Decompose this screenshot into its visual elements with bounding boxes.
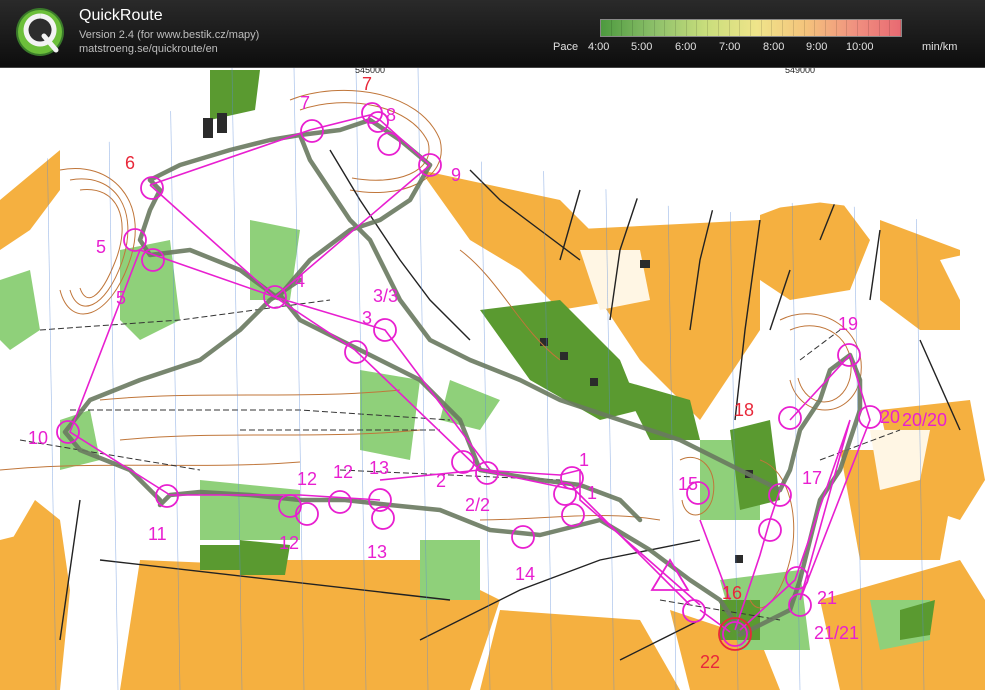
pace-scale-cell: [740, 20, 751, 36]
control-label: 6: [125, 153, 135, 173]
control-label: 14: [515, 564, 535, 584]
pace-unit: min/km: [922, 41, 958, 53]
control-label: 10: [28, 428, 48, 448]
pace-scale-cell: [837, 20, 848, 36]
control-label: 21/21: [814, 623, 859, 643]
control-label: 9: [451, 165, 461, 185]
pace-tick: 10:00: [846, 41, 874, 53]
orienteering-map[interactable]: 545000 549000 7 7 8 9 6 5 5 4 3/3 3 10 2…: [0, 68, 985, 690]
pace-color-scale: [600, 19, 902, 37]
pace-scale-cell: [783, 20, 794, 36]
pace-scale-cell: [880, 20, 891, 36]
grid-label: 549000: [785, 68, 815, 75]
pace-scale-cell: [665, 20, 676, 36]
control-label: 7: [362, 74, 372, 94]
pace-tick: 6:00: [675, 41, 697, 53]
quickroute-logo-icon: [16, 8, 64, 56]
control-label: 2: [436, 471, 446, 491]
control-label: 12: [279, 533, 299, 553]
app-header: QuickRoute Version 2.4 (for www.bestik.c…: [0, 0, 985, 68]
pace-legend-title: Pace: [553, 41, 579, 53]
pace-tick: 8:00: [763, 41, 785, 53]
pace-tick: 5:00: [631, 41, 653, 53]
app-url: matstroeng.se/quickroute/en: [79, 43, 218, 55]
control-label: 5: [116, 288, 126, 308]
pace-scale-cell: [687, 20, 698, 36]
app-version: Version 2.4 (for www.bestik.cz/mapy): [79, 29, 260, 41]
app-title: QuickRoute: [79, 7, 163, 24]
control-label: 21: [817, 588, 837, 608]
control-label: 15: [678, 474, 698, 494]
control-label: 11: [148, 524, 167, 544]
pace-scale-cell: [751, 20, 762, 36]
pace-scale-cell: [805, 20, 816, 36]
control-label: 20: [880, 407, 900, 427]
control-label: 22: [700, 652, 720, 672]
pace-tick: 4:00: [588, 41, 610, 53]
control-label: 12: [333, 462, 353, 482]
pace-scale-cell: [601, 20, 612, 36]
pace-scale-cell: [612, 20, 623, 36]
control-label: 3/3: [373, 286, 398, 306]
pace-scale-cell: [762, 20, 773, 36]
pace-tick: 9:00: [806, 41, 828, 53]
control-label: 20/20: [902, 410, 947, 430]
pace-scale-cell: [730, 20, 741, 36]
control-label: 4: [295, 271, 305, 291]
pace-tick: 7:00: [719, 41, 741, 53]
control-label: 17: [802, 468, 822, 488]
pace-scale-cell: [719, 20, 730, 36]
pace-scale-cell: [847, 20, 859, 36]
control-label: 8: [386, 105, 396, 125]
control-label: 13: [369, 458, 389, 478]
pace-scale-cell: [655, 20, 666, 36]
control-label: 12: [297, 469, 317, 489]
pace-scale-cell: [858, 20, 869, 36]
control-label: 16: [722, 583, 742, 603]
control-label: 2/2: [465, 495, 490, 515]
control-label: 3: [362, 308, 372, 328]
pace-scale-cell: [794, 20, 805, 36]
pace-scale-cell: [826, 20, 837, 36]
pace-scale-cell: [708, 20, 719, 36]
pace-scale-cell: [633, 20, 644, 36]
pace-scale-cell: [622, 20, 634, 36]
quickroute-window: QuickRoute Version 2.4 (for www.bestik.c…: [0, 0, 985, 690]
pace-scale-cell: [815, 20, 826, 36]
pace-scale-cell: [869, 20, 880, 36]
pace-scale-cell: [697, 20, 709, 36]
control-label: 18: [734, 400, 754, 420]
control-label: 13: [367, 542, 387, 562]
control-label: 7: [300, 93, 310, 113]
control-label: 5: [96, 237, 106, 257]
pace-scale-cell: [890, 20, 901, 36]
control-label: 1: [587, 483, 597, 503]
control-label: 1: [579, 450, 589, 470]
pace-scale-cell: [676, 20, 687, 36]
control-label: 19: [838, 314, 858, 334]
pace-scale-cell: [772, 20, 784, 36]
pace-scale-cell: [644, 20, 655, 36]
